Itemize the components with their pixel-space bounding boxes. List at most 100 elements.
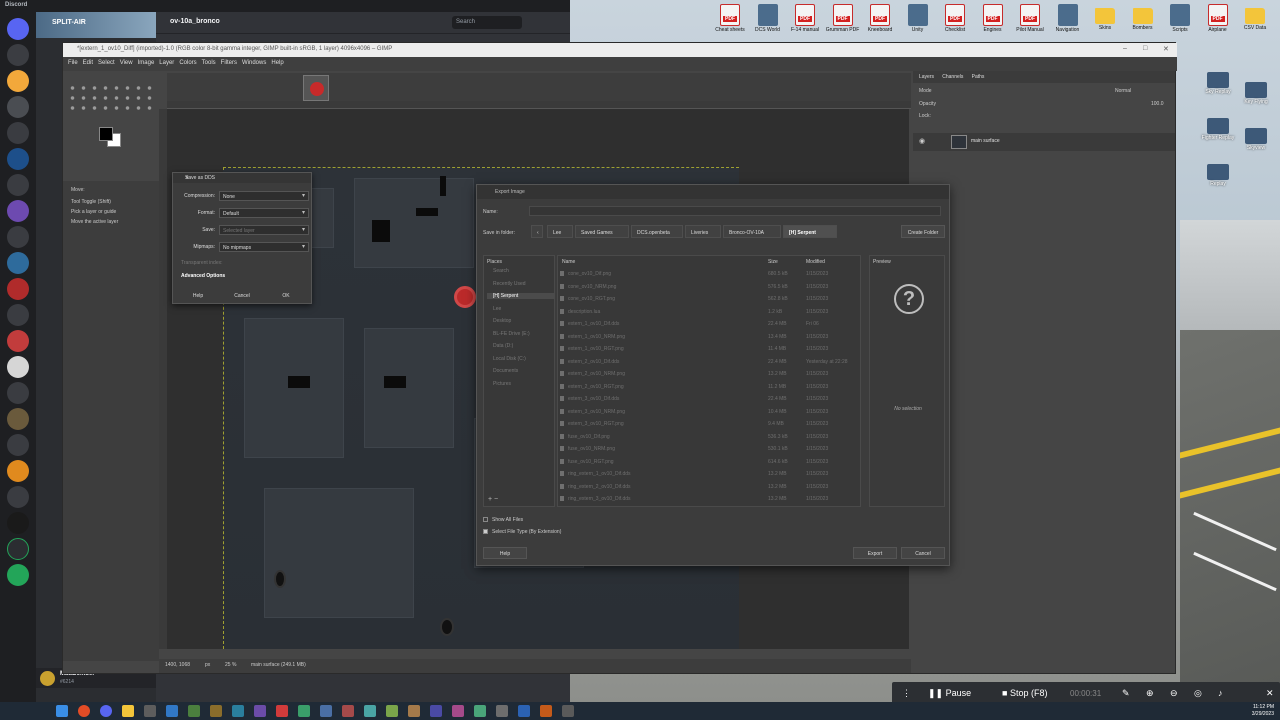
gimp-icon[interactable] <box>144 705 156 717</box>
file-row[interactable]: extern_3_ov10_NRM.png 10.4 MB 1/15/2023 <box>558 406 854 419</box>
desktop-icon[interactable]: Skins <box>1087 4 1123 31</box>
cancel-button[interactable]: Cancel <box>901 547 945 559</box>
menu-colors[interactable]: Colors <box>179 60 196 66</box>
close-icon[interactable]: ✕ <box>1163 45 1169 53</box>
desktop-icon[interactable]: Cheat sheets <box>712 4 748 33</box>
column-header-name[interactable]: Name <box>562 256 575 267</box>
compression-select[interactable]: None <box>219 191 309 201</box>
app-icon[interactable] <box>386 705 398 717</box>
app-icon[interactable] <box>210 705 222 717</box>
pen-icon[interactable]: ✎ <box>1122 688 1130 699</box>
server-icon[interactable] <box>7 174 29 196</box>
layer-row[interactable]: ◉ main surface <box>913 133 1175 151</box>
search-input[interactable]: Search <box>452 16 522 29</box>
desktop-icon[interactable]: Engines <box>975 4 1011 33</box>
server-icon[interactable] <box>7 486 29 508</box>
app-icon[interactable] <box>320 705 332 717</box>
desktop-icon[interactable]: Kneeboard <box>862 4 898 33</box>
zoom-out-icon[interactable]: ⊖ <box>1170 688 1178 699</box>
menu-windows[interactable]: Windows <box>242 60 266 66</box>
server-icon[interactable] <box>7 96 29 118</box>
server-icon[interactable] <box>7 408 29 430</box>
mipmaps-select[interactable]: No mipmaps <box>219 242 309 252</box>
opacity-value[interactable]: 100.0 <box>1151 101 1164 107</box>
server-icon[interactable] <box>7 460 29 482</box>
tool-icons[interactable] <box>67 83 155 113</box>
server-icon[interactable] <box>7 252 29 274</box>
desktop-icon[interactable]: CSV Data <box>1237 4 1273 31</box>
minimize-icon[interactable]: – <box>1123 45 1127 52</box>
desktop-icon[interactable]: My Files <box>1275 4 1280 33</box>
column-header-size[interactable]: Size <box>768 256 778 267</box>
desktop-icon[interactable]: Airplane <box>1200 4 1236 33</box>
desktop-icon[interactable]: Grumman PDF <box>825 4 861 33</box>
app-icon[interactable] <box>408 705 420 717</box>
close-icon[interactable]: ✕ <box>185 175 307 181</box>
server-icon[interactable] <box>7 512 29 534</box>
home-server-icon[interactable] <box>7 18 29 40</box>
server-icon[interactable] <box>7 434 29 456</box>
tool-option-line[interactable]: Move the active layer <box>71 219 118 225</box>
server-icon[interactable] <box>7 200 29 222</box>
file-row[interactable]: extern_3_ov10_RGT.png 9.4 MB 1/15/2023 <box>558 418 854 431</box>
tab-layers[interactable]: Layers <box>919 74 934 80</box>
system-clock[interactable]: 11:12 PM 3/29/2023 <box>1252 704 1274 718</box>
advanced-options-expander[interactable]: Advanced Options <box>181 273 225 279</box>
desktop-icon[interactable]: Scripts <box>1162 4 1198 33</box>
maximize-icon[interactable]: □ <box>1143 45 1147 52</box>
places-item[interactable]: BL-FE Drive (E:) <box>487 331 555 337</box>
file-row[interactable]: fuse_ov10_RGT.png 614.6 kB 1/15/2023 <box>558 456 854 469</box>
server-icon[interactable] <box>7 44 29 66</box>
column-header-modified[interactable]: Modified <box>806 256 825 267</box>
app-icon[interactable] <box>298 705 310 717</box>
server-icon[interactable] <box>7 356 29 378</box>
places-item[interactable]: Pictures <box>487 381 555 387</box>
menu-tools[interactable]: Tools <box>202 60 216 66</box>
image-tab-thumbnail[interactable] <box>303 75 329 101</box>
breadcrumb-item[interactable]: Lee <box>547 225 573 238</box>
file-row[interactable]: extern_2_ov10_NRM.png 13.2 MB 1/15/2023 <box>558 368 854 381</box>
desktop-icon[interactable]: Sky Replay <box>1198 72 1238 95</box>
microphone-icon[interactable]: ♪ <box>1218 688 1223 698</box>
file-row[interactable]: extern_2_ov10_Dif.dds 22.4 MB Yesterday at… <box>558 356 854 369</box>
ok-button[interactable]: OK <box>267 291 305 301</box>
app-icon[interactable] <box>562 705 574 717</box>
places-item[interactable]: Lee <box>487 306 555 312</box>
chrome-icon[interactable] <box>78 705 90 717</box>
zoom-select[interactable]: 25 % <box>225 662 236 668</box>
menu-edit[interactable]: Edit <box>83 60 93 66</box>
mode-select[interactable]: Normal <box>1115 88 1131 94</box>
server-icon[interactable] <box>7 330 29 352</box>
file-row[interactable]: extern_3_ov10_Dif.dds 22.4 MB 1/15/2023 <box>558 393 854 406</box>
camera-icon[interactable]: ◎ <box>1194 688 1202 699</box>
menu-filters[interactable]: Filters <box>221 60 237 66</box>
file-row[interactable]: ring_extern_3_ov10_Dif.dds 13.2 MB 1/15/20… <box>558 493 854 506</box>
start-icon[interactable] <box>56 705 68 717</box>
places-item[interactable]: Search <box>487 268 555 274</box>
desktop-icon[interactable]: F-14 manual <box>787 4 823 33</box>
file-name-input[interactable] <box>529 206 941 216</box>
export-button[interactable]: Export <box>853 547 897 559</box>
app-icon[interactable] <box>496 705 508 717</box>
menu-image[interactable]: Image <box>138 60 155 66</box>
server-icon[interactable] <box>7 226 29 248</box>
server-icon[interactable] <box>7 122 29 144</box>
menu-layer[interactable]: Layer <box>159 60 174 66</box>
breadcrumb-item[interactable]: Liveries <box>685 225 721 238</box>
close-icon[interactable]: ✕ <box>1266 688 1274 699</box>
breadcrumb-item[interactable]: DCS.openbeta <box>631 225 683 238</box>
places-item[interactable]: [H] Serpent <box>487 293 555 299</box>
help-button[interactable]: Help <box>179 291 217 301</box>
file-row[interactable]: fuse_ov10_Dif.png 536.3 kB 1/15/2023 <box>558 431 854 444</box>
app-icon[interactable] <box>364 705 376 717</box>
desktop-icon[interactable]: DCS World <box>750 4 786 33</box>
app-icon[interactable] <box>540 705 552 717</box>
places-item[interactable]: Documents <box>487 368 555 374</box>
pause-button[interactable]: ❚❚ Pause <box>928 688 971 699</box>
server-icon[interactable] <box>7 70 29 92</box>
app-icon[interactable] <box>452 705 464 717</box>
show-all-files-checkbox[interactable]: Show All Files <box>483 517 523 523</box>
back-arrow-icon[interactable]: ‹ <box>531 225 543 238</box>
file-row[interactable]: cone_ov10_RGT.png 562.8 kB 1/15/2023 <box>558 293 854 306</box>
places-item[interactable]: Local Disk (C:) <box>487 356 555 362</box>
